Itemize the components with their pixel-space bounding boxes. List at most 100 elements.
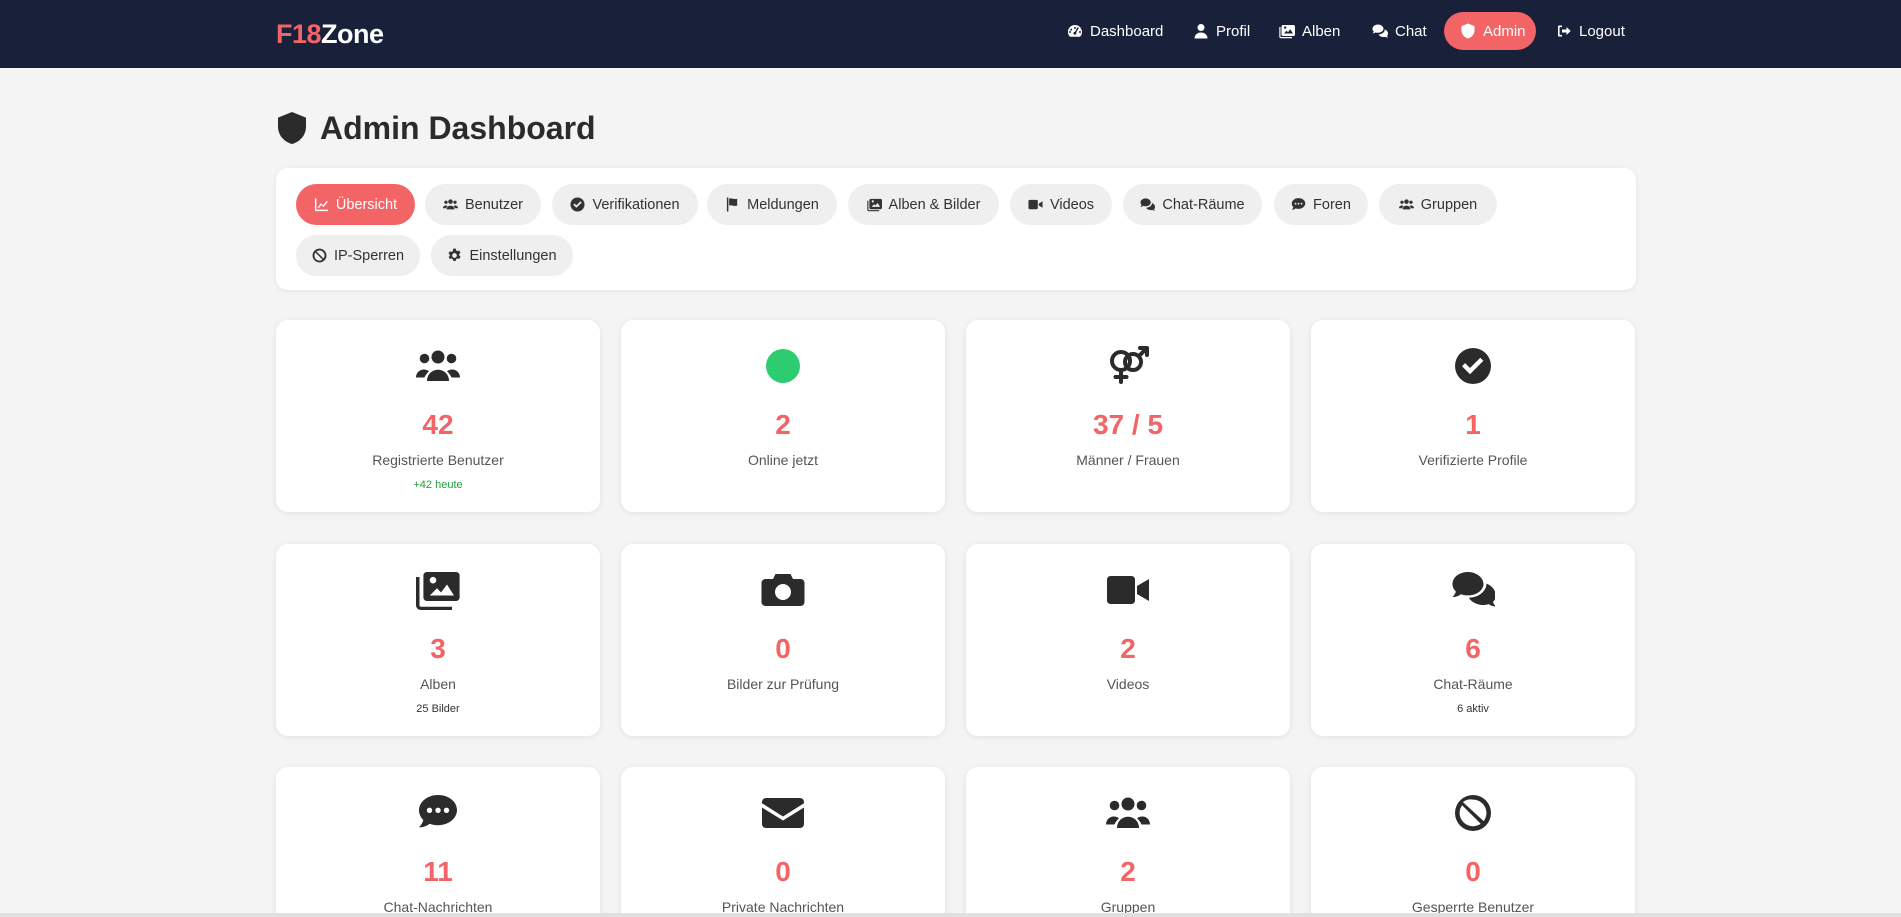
stat-sub: 25 Bilder [416,703,460,715]
video-icon-wrap [1104,570,1152,610]
stat-value: 2 [1120,856,1136,887]
shield-icon [278,112,306,144]
tab-gruppen[interactable]: Gruppen [1379,184,1497,225]
stat-label: Chat-Räume [1433,676,1513,692]
logout-icon [1558,25,1571,37]
flag-icon [727,197,738,212]
tab-label: Videos [1049,196,1095,213]
users-icon [416,350,460,381]
stat-card-online-jetzt: 2 Online jetzt [621,320,945,512]
nav-dashboard-label: Dashboard [1090,22,1164,40]
venus-mars-icon [1110,346,1149,384]
stat-label: Online jetzt [747,452,819,468]
envelope-icon [762,798,804,828]
tab-label: Chat-Räume [1162,196,1245,213]
stat-card-gruppen: 2 Gruppen [966,767,1290,917]
stat-label: Verifizierte Profile [1418,452,1528,468]
tab-benutzer[interactable]: Benutzer [425,184,541,225]
comment-dots-icon [419,795,457,828]
gear-icon [448,248,461,261]
tab-label: Meldungen [747,196,819,213]
comment-dots-icon [1291,198,1306,210]
stat-card-maenner-frauen: 37 / 5 Männer / Frauen [966,320,1290,512]
brand-logo[interactable]: F18Zone [276,17,384,51]
venus-mars-icon-wrap [1104,346,1152,386]
users-icon [1106,797,1150,828]
stat-card-videos: 2 Videos [966,544,1290,736]
nav-admin[interactable]: Admin [1444,12,1536,50]
tab-verifikationen[interactable]: Verifikationen [552,184,698,225]
brand-logo-part1: F18 [276,19,322,49]
tab-foren[interactable]: Foren [1274,184,1368,225]
top-navbar: F18Zone Dashboard Profil Alben Chat Admi… [0,0,1901,68]
chart-line-icon [314,198,328,212]
stat-label: Alben [420,676,456,692]
nav-profil-label: Profil [1216,22,1251,40]
user-icon [1194,24,1208,39]
page-title: Admin Dashboard [276,108,596,148]
stat-label: Registrierte Benutzer [372,452,504,468]
ban-icon-wrap [1449,793,1497,833]
nav-chat-label: Chat [1395,22,1427,40]
tab-chat-raeume[interactable]: Chat-Räume [1123,184,1262,225]
tab-label: Übersicht [335,196,398,213]
stat-card-bilder-zur-pruefung: 0 Bilder zur Prüfung [621,544,945,736]
tab-videos[interactable]: Videos [1010,184,1112,225]
stat-label: Bilder zur Prüfung [726,676,840,692]
users-icon [442,199,458,210]
tab-meldungen[interactable]: Meldungen [707,184,837,225]
comments-icon [1372,24,1388,38]
stat-value: 2 [775,409,791,440]
page-title-text: Admin Dashboard [320,110,596,146]
stat-value: 6 [1465,633,1481,664]
users-icon-wrap [1104,793,1152,833]
stat-card-alben: 3 Alben 25 Bilder [276,544,600,736]
check-circle-icon-wrap [1449,346,1497,386]
tab-label: Alben & Bilder [888,196,981,213]
stat-card-gesperrte-benutzer: 0 Gesperrte Benutzer [1311,767,1635,917]
stat-card-chat-nachrichten: 11 Chat-Nachrichten [276,767,600,917]
check-circle-icon [570,197,585,212]
images-icon [416,572,460,610]
images-icon [1279,25,1295,39]
ban-icon [312,248,327,263]
stat-value: 0 [775,856,791,887]
nav-dashboard[interactable]: Dashboard [1067,12,1163,50]
comment-dots-icon-wrap [414,793,462,833]
window-bottom-edge [0,913,1901,917]
tab-einstellungen[interactable]: Einstellungen [431,235,573,276]
tab-label: IP-Sperren [333,247,405,264]
comments-icon [1452,572,1495,607]
tab-ip-sperren[interactable]: IP-Sperren [296,235,420,276]
nav-alben-label: Alben [1302,22,1341,40]
nav-chat[interactable]: Chat [1372,12,1427,50]
stat-value: 2 [1120,633,1136,664]
video-icon [1028,199,1043,210]
stat-value: 0 [775,633,791,664]
tab-uebersicht[interactable]: Übersicht [296,184,415,225]
comments-icon-wrap [1449,570,1497,610]
shield-icon [1461,23,1475,39]
check-circle-icon [1455,348,1491,384]
nav-profil[interactable]: Profil [1193,12,1250,50]
stat-sub: +42 heute [413,479,463,491]
images-icon-wrap [414,570,462,610]
stat-value: 3 [430,633,446,664]
stat-sub: 6 aktiv [1457,703,1489,715]
admin-tabs-panel: Übersicht Benutzer Verifikationen Meldun… [276,168,1636,290]
tab-alben-bilder[interactable]: Alben & Bilder [848,184,999,225]
camera-icon [761,574,805,606]
tab-label: Benutzer [464,196,524,213]
tab-label: Foren [1313,196,1351,213]
stat-card-verifizierte-profile: 1 Verifizierte Profile [1311,320,1635,512]
comments-icon [1140,198,1156,211]
tab-label: Einstellungen [469,247,557,264]
nav-alben[interactable]: Alben [1279,12,1340,50]
camera-icon-wrap [759,570,807,610]
stat-value: 11 [423,856,453,887]
stat-value: 0 [1465,856,1481,887]
tab-label: Verifikationen [592,196,680,213]
brand-logo-part2: Zone [321,19,384,49]
nav-logout[interactable]: Logout [1556,12,1625,50]
tab-label: Gruppen [1420,196,1478,213]
